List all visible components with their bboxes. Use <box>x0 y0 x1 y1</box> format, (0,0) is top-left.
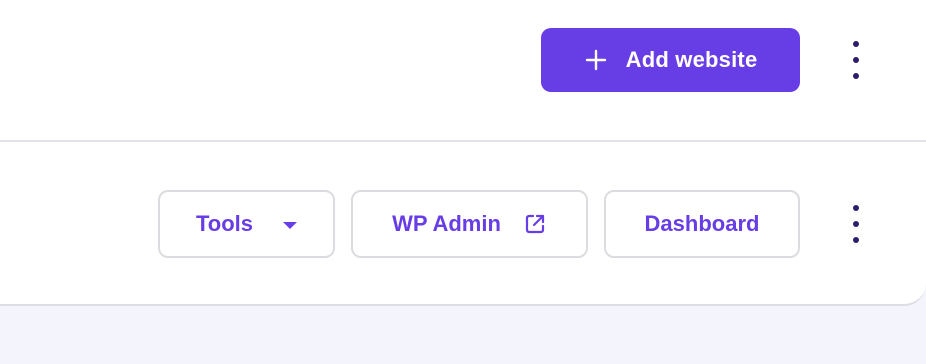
kebab-dot <box>853 57 859 63</box>
wp-admin-label: WP Admin <box>392 211 501 236</box>
tools-dropdown-button[interactable]: Tools <box>158 190 335 258</box>
header-more-options-button[interactable] <box>844 38 868 82</box>
plus-icon <box>584 48 608 72</box>
add-website-label: Add website <box>625 47 758 72</box>
add-website-button[interactable]: Add website <box>541 28 800 92</box>
kebab-dot <box>853 73 859 79</box>
dashboard-label: Dashboard <box>644 211 760 236</box>
tools-label: Tools <box>195 211 254 236</box>
header-bar: Add website <box>0 0 926 142</box>
caret-down-icon <box>283 221 298 229</box>
wp-admin-button[interactable]: WP Admin <box>351 190 588 258</box>
app-frame: Add website Tools WP Admin Dashboard <box>0 0 926 364</box>
card-more-options-button[interactable] <box>844 202 868 246</box>
kebab-dot <box>853 237 859 243</box>
external-link-icon <box>523 212 547 236</box>
kebab-dot <box>853 41 859 47</box>
kebab-dot <box>853 205 859 211</box>
website-card: Tools WP Admin Dashboard <box>0 142 926 306</box>
dashboard-button[interactable]: Dashboard <box>604 190 800 258</box>
kebab-dot <box>853 221 859 227</box>
